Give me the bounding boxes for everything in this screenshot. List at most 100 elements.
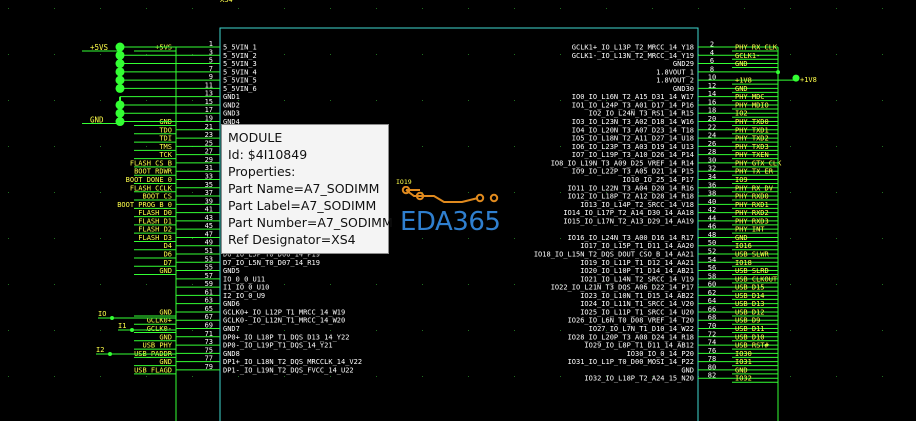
grid-dot	[330, 284, 331, 285]
grid-dot	[8, 376, 9, 377]
grid-dot	[146, 376, 147, 377]
grid-dot	[376, 8, 377, 9]
right-pin-number: 54	[708, 256, 716, 264]
left-pin-number: 61	[205, 288, 213, 296]
right-pin-number: 50	[708, 239, 716, 247]
grid-dot	[8, 54, 9, 55]
grid-dot	[54, 54, 55, 55]
grid-dot	[100, 330, 101, 331]
right-net-label: USB_SLWR	[735, 251, 770, 259]
grid-dot	[790, 330, 791, 331]
grid-dot	[790, 376, 791, 377]
grid-dot	[882, 192, 883, 193]
left-pin-number: 77	[205, 355, 213, 363]
right-pin-name: IO26_IO_L6N_T0_D08_VREF_14_T20	[568, 317, 694, 325]
grid-dot	[146, 100, 147, 101]
gnd-net-label-left: GND	[90, 116, 104, 125]
right-pin-name: IO6_IO_L23P_T3_A03_D19_14_U13	[572, 143, 694, 151]
left-pin-number: 5	[209, 57, 213, 65]
grid-dot	[146, 146, 147, 147]
right-pin-number: 42	[708, 206, 716, 214]
grid-dot	[560, 146, 561, 147]
right-net-label: USB_RST#	[735, 342, 770, 350]
right-pin-number: 74	[708, 339, 716, 347]
left-pin-number: 9	[209, 73, 213, 81]
right-net-label: IO30	[735, 350, 752, 358]
left-net-label: D7	[164, 259, 172, 267]
right-net-label: PHY_RXD3	[735, 217, 769, 225]
eda365-watermark: EDA365	[400, 207, 501, 237]
right-pin-name: IO2_IO_L24N_T3_RS1_14_R15	[589, 110, 694, 118]
right-pin-name: IO5_IO_L18N_T2_A11_D27_14_U18	[572, 135, 694, 143]
component-properties-tooltip: MODULE Id: $4I10849 Properties: Part Nam…	[221, 124, 393, 254]
wire-junction	[115, 50, 125, 60]
left-net-label: D4	[164, 242, 172, 250]
right-pin-name: 1.8VOUT_2	[656, 77, 694, 85]
left-pin-name: D7_IO_L5N_T0_D07_14_R19	[223, 259, 320, 267]
right-net-label: GND	[735, 366, 748, 374]
right-pin-name: IO20_IO_L10P_T1_D14_14_AB21	[580, 267, 694, 275]
left-pin-number: 29	[205, 156, 213, 164]
grid-dot	[514, 54, 515, 55]
left-net-label: FLASH_D2	[138, 226, 172, 234]
grid-dot	[560, 8, 561, 9]
right-net-label: IO31	[735, 358, 752, 366]
left-pin-number: 55	[205, 264, 213, 272]
left-pin-number: 1	[209, 40, 213, 48]
left-side-net-label: IO	[98, 310, 106, 318]
grid-dot	[790, 192, 791, 193]
right-pin-name: IO22_IO_L21N_T3_DQS_A06_D22_14_P17	[551, 284, 694, 292]
left-pin-name: GCLK0-_IO_L12N_T1_MRCC_14_W20	[223, 317, 345, 325]
grid-dot	[836, 192, 837, 193]
grid-dot	[100, 376, 101, 377]
wire-junction	[115, 83, 125, 93]
right-net-label: USB_D12	[735, 308, 765, 316]
grid-dot	[560, 238, 561, 239]
left-pin-number: 31	[205, 164, 213, 172]
grid-dot	[560, 330, 561, 331]
grid-dot	[192, 330, 193, 331]
grid-dot	[514, 100, 515, 101]
right-pin-number: 26	[708, 140, 716, 148]
right-pin-number: 22	[708, 123, 716, 131]
left-pin-number: 13	[205, 90, 213, 98]
right-pin-number: 56	[708, 264, 716, 272]
right-net-label: PHY_RXD0	[735, 193, 769, 201]
grid-dot	[560, 100, 561, 101]
grid-dot	[376, 100, 377, 101]
right-pin-number: 16	[708, 98, 716, 106]
left-pin-number: 33	[205, 172, 213, 180]
right-net-label: GND	[735, 85, 748, 93]
right-pin-name: IO21_IO_L14N_T2_SRCC_14_V19	[580, 275, 694, 283]
grid-dot	[790, 238, 791, 239]
grid-dot	[514, 192, 515, 193]
right-net-label: IO32	[735, 375, 752, 383]
right-pin-name: 1.8VOUT_1	[656, 68, 694, 76]
right-net-label: USB_D10	[735, 333, 765, 341]
wire-junction	[115, 59, 125, 69]
grid-dot	[330, 100, 331, 101]
left-side-net-label: I2	[96, 346, 104, 354]
right-pin-name: IO14_IO_L17P_T2_A14_D30_14_AA18	[563, 209, 694, 217]
grid-dot	[514, 330, 515, 331]
left-pin-number: 69	[205, 322, 213, 330]
right-pin-name: GND29	[673, 60, 694, 68]
grid-dot	[468, 54, 469, 55]
right-net-label: PHY_TXEN	[735, 151, 769, 159]
grid-dot	[376, 330, 377, 331]
left-pin-name: 5_5VIN_6	[223, 85, 257, 93]
right-net-label: PHY_RXD1	[735, 201, 769, 209]
right-net-label: USB_D9	[735, 317, 760, 325]
grid-dot	[284, 8, 285, 9]
right-pin-number: 20	[708, 115, 716, 123]
io-net-label: IO19	[396, 178, 412, 186]
grid-dot	[422, 330, 423, 331]
grid-dot	[790, 100, 791, 101]
right-pin-name: IO19_IO_L11P_T1_D12_14_AA21	[580, 259, 694, 267]
right-pin-name: IO10_IO_25_14_P17	[622, 176, 694, 184]
grid-dot	[330, 54, 331, 55]
right-pin-name: IO28_IO_L20P_T3_A08_D24_14_R18	[568, 333, 694, 341]
grid-dot	[514, 146, 515, 147]
grid-dot	[376, 54, 377, 55]
grid-dot	[560, 192, 561, 193]
